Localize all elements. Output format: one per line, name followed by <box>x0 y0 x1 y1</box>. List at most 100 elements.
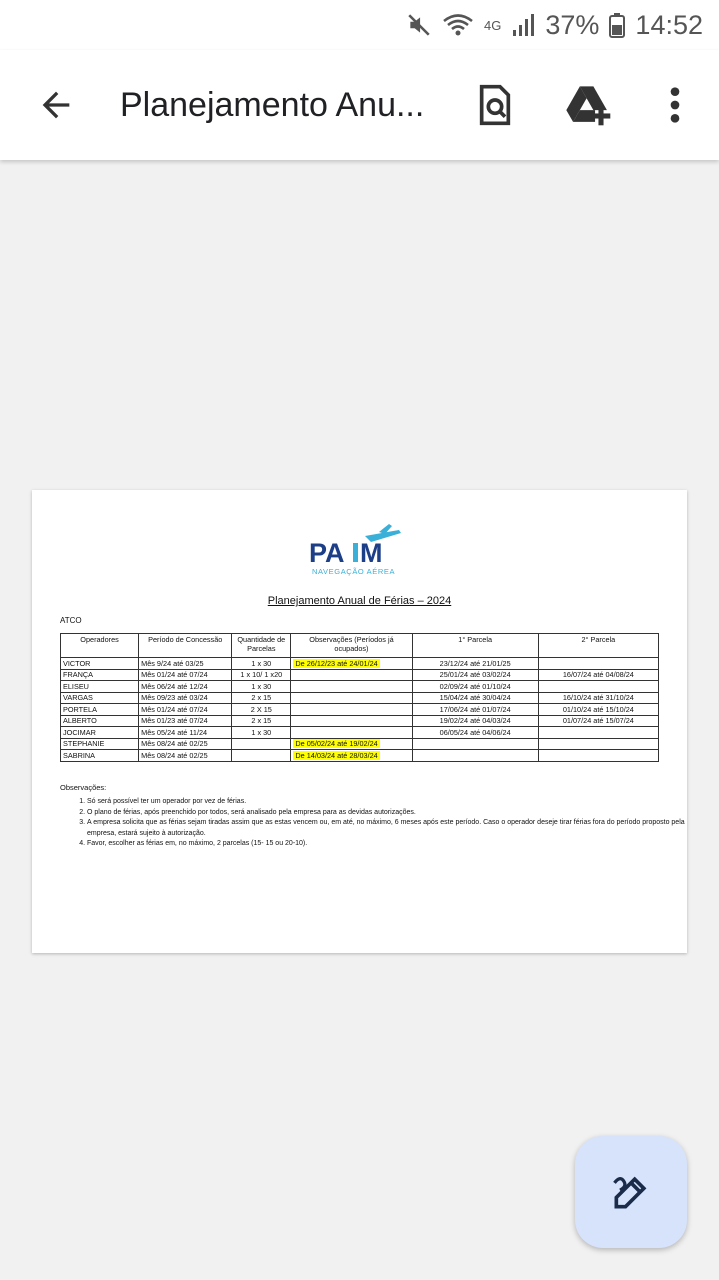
company-logo: PA M NAVEGAÇÃO AÉREA <box>307 522 407 578</box>
table-cell: Mês 9/24 até 03/25 <box>138 657 233 670</box>
edit-pen-icon <box>613 1176 647 1209</box>
table-cell: 17/06/24 até 01/07/24 <box>411 703 539 716</box>
observations-list: Só será possível ter um operador por vez… <box>60 797 687 850</box>
table-cell <box>290 726 413 739</box>
list-item: O plano de férias, após preenchido por t… <box>87 808 687 819</box>
table-cell: 16/10/24 até 31/10/24 <box>537 691 660 704</box>
table-cell <box>537 726 660 739</box>
battery-icon <box>609 12 626 38</box>
add-to-drive-button[interactable] <box>565 80 615 130</box>
table-cell: 1 x 30 <box>231 657 292 670</box>
table-cell: Mês 08/24 até 02/25 <box>138 749 233 762</box>
table-cell: FRANÇA <box>59 668 140 681</box>
back-button[interactable] <box>34 83 78 127</box>
table-cell: SABRINA <box>59 749 140 762</box>
table-row: FRANÇA Mês 01/24 até 07/24 1 x 10/ 1 x20 25… <box>59 668 660 681</box>
table-cell <box>290 668 413 681</box>
table-cell: ALBERTO <box>59 714 140 727</box>
back-arrow-icon <box>42 91 70 119</box>
add-to-drive-icon <box>566 86 611 126</box>
svg-text:NAVEGAÇÃO AÉREA: NAVEGAÇÃO AÉREA <box>312 567 395 576</box>
table-cell: 02/09/24 até 01/10/24 <box>411 680 539 693</box>
table-cell: 2 x 15 <box>231 714 292 727</box>
table-header-row: Operadores Período de Concessão Quantida… <box>59 633 660 658</box>
svg-text:PA: PA <box>309 538 345 568</box>
table-cell: JOCIMAR <box>59 726 140 739</box>
table-cell <box>537 680 660 693</box>
table-cell: Mês 05/24 até 11/24 <box>138 726 233 739</box>
column-header: Observações (Períodos já ocupados) <box>290 633 413 658</box>
table-cell <box>537 657 660 670</box>
table-cell: Mês 09/23 até 03/24 <box>138 691 233 704</box>
section-label: ATCO <box>60 616 82 625</box>
table-cell: 23/12/24 até 21/01/25 <box>411 657 539 670</box>
column-header: Período de Concessão <box>138 633 233 658</box>
table-cell: STEPHANIE <box>59 737 140 750</box>
table-cell: De 26/12/23 até 24/01/24 <box>290 657 413 670</box>
more-vert-icon <box>670 87 680 123</box>
column-header: Quantidade de Parcelas <box>231 633 292 658</box>
table-cell: Mês 01/24 até 07/24 <box>138 703 233 716</box>
table-cell <box>537 737 660 750</box>
column-header: 2° Parcela <box>537 633 660 658</box>
app-toolbar: Planejamento Anu... <box>0 50 719 160</box>
table-cell: 01/07/24 até 15/07/24 <box>537 714 660 727</box>
more-options-button[interactable] <box>650 80 700 130</box>
wifi-icon <box>442 12 474 38</box>
table-cell: 1 x 10/ 1 x20 <box>231 668 292 681</box>
highlighted-observation: De 05/02/24 até 19/02/24 <box>293 739 380 749</box>
status-bar: 4G 37% 14:52 <box>0 0 719 50</box>
table-cell <box>411 737 539 750</box>
highlighted-observation: De 26/12/23 até 24/01/24 <box>293 658 380 668</box>
table-cell: VICTOR <box>59 657 140 670</box>
table-cell <box>231 749 292 762</box>
table-cell <box>290 714 413 727</box>
list-item: A empresa solicita que as férias sejam t… <box>87 818 687 839</box>
table-cell: Mês 06/24 até 12/24 <box>138 680 233 693</box>
table-row: ALBERTO Mês 01/23 até 07/24 2 x 15 19/02/24… <box>59 714 660 727</box>
table-cell: Mês 01/24 até 07/24 <box>138 668 233 681</box>
table-row: ELISEU Mês 06/24 até 12/24 1 x 30 02/09/24 … <box>59 680 660 693</box>
table-cell <box>290 691 413 704</box>
list-item: Favor, escolher as férias em, no máximo,… <box>87 839 687 850</box>
table-cell: 15/04/24 até 30/04/24 <box>411 691 539 704</box>
table-row: VARGAS Mês 09/23 até 03/24 2 x 15 15/04/24 … <box>59 691 660 704</box>
table-cell: 01/10/24 até 15/10/24 <box>537 703 660 716</box>
find-in-page-icon <box>479 84 511 126</box>
table-cell: 1 x 30 <box>231 680 292 693</box>
table-cell <box>231 737 292 750</box>
table-cell: 16/07/24 até 04/08/24 <box>537 668 660 681</box>
svg-text:M: M <box>360 538 383 568</box>
table-cell: Mês 08/24 até 02/25 <box>138 737 233 750</box>
observations-heading: Observações: <box>60 783 107 792</box>
table-cell: Mês 01/23 até 07/24 <box>138 714 233 727</box>
document-page[interactable]: PA M NAVEGAÇÃO AÉREA Planejamento Anual … <box>32 490 687 953</box>
table-cell: 25/01/24 até 03/02/24 <box>411 668 539 681</box>
table-row: SABRINA Mês 08/24 até 02/25 De 14/03/24 at… <box>59 749 660 762</box>
highlighted-observation: De 14/03/24 até 28/03/24 <box>293 750 380 760</box>
document-title: Planejamento Anu... <box>120 86 425 124</box>
table-cell: 19/02/24 até 04/03/24 <box>411 714 539 727</box>
mute-icon <box>406 12 432 38</box>
list-item: Só será possível ter um operador por vez… <box>87 797 687 808</box>
clock: 14:52 <box>635 9 703 40</box>
network-type-label: 4G <box>484 17 502 33</box>
find-in-page-button[interactable] <box>470 80 520 130</box>
document-heading: Planejamento Anual de Férias – 2024 <box>267 595 452 607</box>
edit-fab-button[interactable] <box>575 1136 687 1248</box>
table-cell: PORTELA <box>59 703 140 716</box>
signal-icon <box>511 12 535 38</box>
table-row: PORTELA Mês 01/24 até 07/24 2 X 15 17/06/24… <box>59 703 660 716</box>
table-row: STEPHANIE Mês 08/24 até 02/25 De 05/02/24 … <box>59 737 660 750</box>
table-cell: De 14/03/24 até 28/03/24 <box>290 749 413 762</box>
table-row: JOCIMAR Mês 05/24 até 11/24 1 x 30 06/05/24… <box>59 726 660 739</box>
table-cell <box>411 749 539 762</box>
column-header: Operadores <box>59 633 140 658</box>
battery-percent: 37% <box>545 9 600 40</box>
table-cell: 2 x 15 <box>231 691 292 704</box>
table-cell <box>537 749 660 762</box>
table-row: VICTOR Mês 9/24 até 03/25 1 x 30 De 26/12/2… <box>59 657 660 670</box>
table-cell <box>290 703 413 716</box>
table-cell: ELISEU <box>59 680 140 693</box>
column-header: 1° Parcela <box>411 633 539 658</box>
